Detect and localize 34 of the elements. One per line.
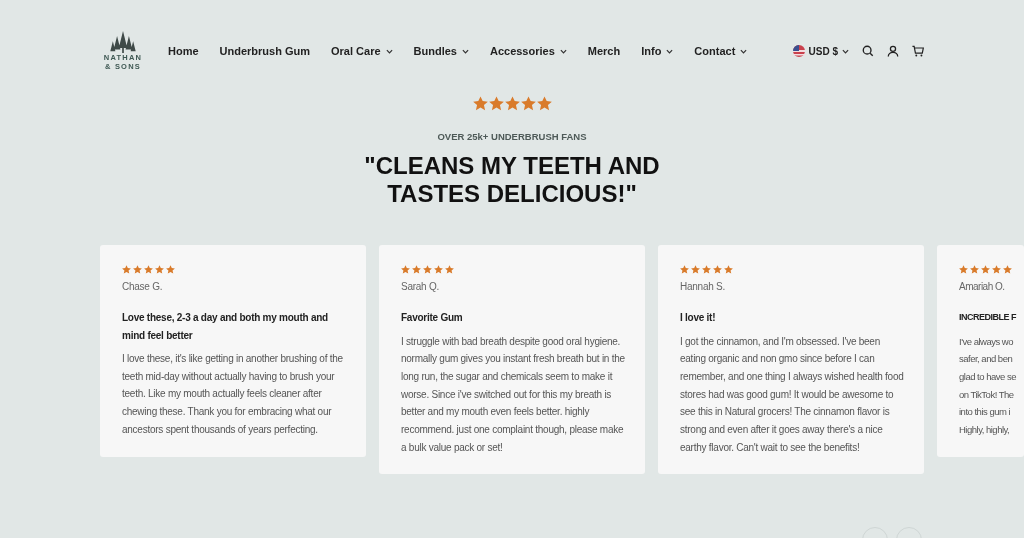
review-text: I struggle with bad breath despite good oral hygiene. normally gum gives you instant fresh breath but in the long run, the sugar and chemicals seem to make it worse. Since i've switched out for this my breath is better and my mouth even feels better. highly recommend. just one complaint though, please make a bulk value pack or set! <box>401 334 625 455</box>
chevron-icon <box>842 48 849 54</box>
review-text: on TikTok! The <box>959 387 1015 402</box>
section-headline: "CLEANS MY TEETH AND TASTES DELICIOUS!" <box>364 152 660 208</box>
review-author: Hannah S. <box>680 281 726 292</box>
review-title: Love these, 2-3 a day and both my mouth and mind feel better <box>122 311 329 343</box>
currency-selector[interactable]: USD $ <box>792 45 849 57</box>
review-text: into this gum i <box>959 405 1012 420</box>
nav-link[interactable]: Home <box>168 45 199 57</box>
review-text: I got the cinnamon, and I'm obsessed. I've been eating organic and non gmo since before I can remember, and one thing I always wished health food stores had was good gum! It would be awesome to see this in Natural grocers! The cinnamon flavor is strong and even after it goes away there's a nice earthy flavor. Can't wait to see the benefits! <box>680 334 904 455</box>
review-text: Highly, highly, <box>959 423 1011 437</box>
flag-icon <box>792 45 805 57</box>
review-title: INCREDIBLE F <box>959 311 1018 324</box>
nav-link[interactable]: Accessories <box>489 45 567 57</box>
review-text: I've always wo <box>959 334 1014 349</box>
nav-link[interactable]: Contact <box>694 45 748 57</box>
cart-icon[interactable] <box>912 45 924 57</box>
review-author: Amariah O. <box>959 281 1006 292</box>
section-eyebrow: OVER 25k+ UNDERBRUSH FANS <box>437 131 587 142</box>
review-author: Chase G. <box>122 281 164 292</box>
nav-link[interactable]: Info <box>641 45 674 57</box>
review-text: glad to have se <box>959 369 1016 384</box>
nav-link[interactable]: Oral Care <box>331 45 393 57</box>
review-author: Sarah Q. <box>401 281 441 292</box>
search-icon[interactable] <box>862 45 874 57</box>
trees-icon <box>110 31 136 53</box>
nav-link[interactable]: Merch <box>587 45 621 57</box>
nav-link[interactable]: Bundles <box>413 45 469 57</box>
review-text: I love these, it's like getting in another brushing of the teeth mid-day without actually having to brush your teeth. Like my mouth actually feels cleaner after chewing these. Thank you for embracing what our ancestors spent thousands of years perfecting. <box>122 352 344 437</box>
review-title: I love it! <box>680 311 717 325</box>
nav-link[interactable]: Underbrush Gum <box>219 45 310 57</box>
account-icon[interactable] <box>887 45 899 57</box>
review-text: safer, and ben <box>959 352 1014 367</box>
review-title: Favorite Gum <box>401 311 464 325</box>
